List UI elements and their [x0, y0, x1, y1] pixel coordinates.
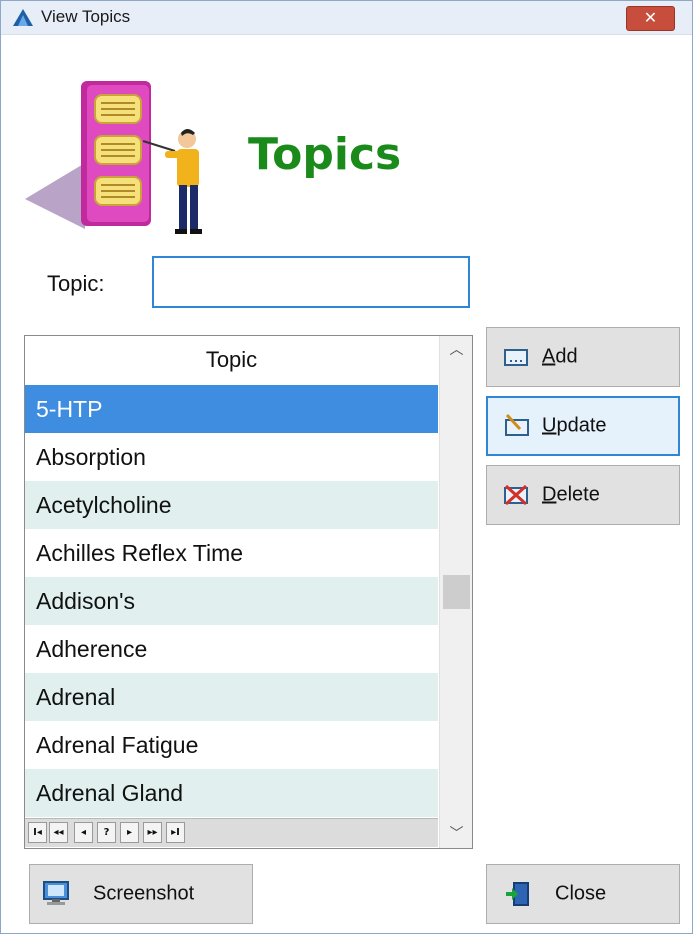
list-scrollbar[interactable]: ︿ ﹀	[439, 336, 472, 848]
screenshot-monitor-icon	[43, 881, 69, 905]
add-mnemonic: A	[542, 345, 556, 368]
title-bar[interactable]: View Topics ✕	[1, 1, 692, 35]
scroll-down-arrow-icon[interactable]: ﹀	[440, 820, 472, 848]
nav-prev-page-button[interactable]: ◂◂	[49, 822, 68, 843]
close-button[interactable]: Close	[486, 864, 680, 924]
update-mnemonic: U	[542, 414, 557, 437]
nav-first-button[interactable]: I◂	[28, 822, 47, 843]
list-item[interactable]: Adrenal	[25, 673, 438, 721]
exit-door-icon	[506, 882, 529, 906]
list-item[interactable]: Absorption	[25, 433, 438, 481]
delete-record-icon	[504, 484, 528, 506]
topics-rows: 5-HTP Absorption Acetylcholine Achilles …	[25, 385, 438, 817]
nav-next-button[interactable]: ▸	[120, 822, 139, 843]
scroll-thumb[interactable]	[443, 575, 470, 609]
nav-find-button[interactable]: ?	[97, 822, 116, 843]
topics-presentation-icon	[25, 81, 202, 234]
list-item[interactable]: Adrenal Fatigue	[25, 721, 438, 769]
add-label: dd	[555, 345, 578, 368]
list-item[interactable]: Adherence	[25, 625, 438, 673]
update-label: pdate	[556, 414, 607, 437]
list-item[interactable]: 5-HTP	[25, 385, 438, 433]
edit-record-icon	[505, 414, 529, 436]
delete-button[interactable]: Delete	[486, 465, 680, 525]
scroll-up-arrow-icon[interactable]: ︿	[440, 336, 472, 364]
add-record-icon	[504, 349, 528, 366]
nav-last-button[interactable]: ▸I	[166, 822, 185, 843]
topics-list[interactable]: Topic 5-HTP Absorption Acetylcholine Ach…	[24, 335, 473, 849]
topic-field-label: Topic:	[47, 271, 105, 296]
delete-mnemonic: D	[542, 483, 557, 506]
window-title: View Topics	[41, 7, 131, 26]
page-title: Topics	[248, 129, 402, 180]
delete-label: elete	[556, 483, 600, 506]
close-icon: ✕	[643, 8, 658, 27]
screenshot-label: Screenshot	[93, 882, 195, 905]
list-item[interactable]: Achilles Reflex Time	[25, 529, 438, 577]
topic-column-header[interactable]: Topic	[25, 336, 438, 384]
record-navigator: I◂ ◂◂ ◂ ? ▸ ▸▸ ▸I	[25, 818, 438, 847]
add-button[interactable]: Add	[486, 327, 680, 387]
list-item[interactable]: Addison's	[25, 577, 438, 625]
update-button[interactable]: Update	[486, 396, 680, 456]
nav-prev-button[interactable]: ◂	[74, 822, 93, 843]
view-topics-window: View Topics ✕ Topics Topic: Topic 5-HTP	[0, 0, 693, 934]
window-close-button[interactable]: ✕	[626, 6, 675, 31]
close-label: Close	[555, 882, 607, 905]
screenshot-button[interactable]: Screenshot	[29, 864, 253, 924]
list-item[interactable]: Acetylcholine	[25, 481, 438, 529]
app-logo-icon	[13, 9, 33, 26]
topic-input[interactable]	[152, 256, 470, 308]
nav-next-page-button[interactable]: ▸▸	[143, 822, 162, 843]
list-item[interactable]: Adrenal Gland	[25, 769, 438, 817]
